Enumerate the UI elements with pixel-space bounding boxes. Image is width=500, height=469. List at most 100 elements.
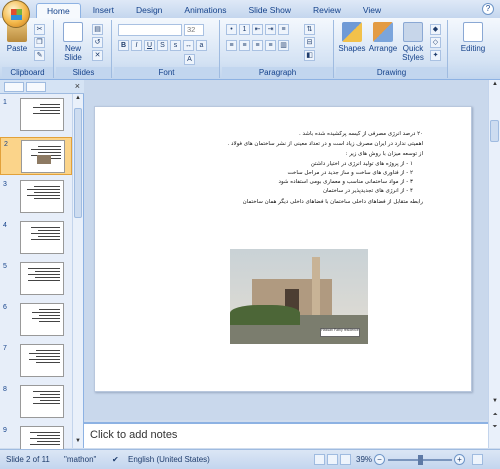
slides-tab[interactable] [4, 82, 24, 92]
slide-text-line[interactable]: ۱ - از پروژه های تولید انرژی در اختیار د… [311, 161, 413, 167]
notes-placeholder[interactable]: Click to add notes [90, 429, 177, 441]
bullets-icon[interactable]: • [226, 24, 237, 35]
change-case-icon[interactable]: a [196, 40, 207, 51]
slide-text-line[interactable]: رابطه متقابل از فضاهای داخلی ساختمان با … [243, 199, 423, 205]
copy-icon[interactable]: ❐ [34, 37, 45, 48]
tab-design[interactable]: Design [126, 3, 172, 18]
font-group: 32 B I U S s ↔ a A Font [114, 20, 220, 78]
decrease-indent-icon[interactable]: ⇤ [252, 24, 263, 35]
tab-animations[interactable]: Animations [174, 3, 236, 18]
close-panel-icon[interactable]: × [75, 81, 80, 91]
reset-icon[interactable]: ↺ [92, 37, 103, 48]
office-button[interactable] [2, 0, 30, 28]
quick-styles-button[interactable]: Quick Styles [400, 22, 426, 62]
help-icon[interactable]: ? [482, 3, 494, 15]
scroll-up-icon[interactable]: ▲ [491, 81, 499, 90]
language-indicator[interactable]: English (United States) [128, 455, 210, 464]
zoom-level[interactable]: 39% [356, 455, 372, 464]
tab-view[interactable]: View [353, 3, 391, 18]
editing-button[interactable]: Editing [456, 22, 490, 53]
paragraph-text-row: ⇅ ⊟ ◧ [304, 24, 315, 61]
slides-group: New Slide ▤ ↺ ✕ Slides [56, 20, 112, 78]
zoom-out-icon[interactable]: − [374, 454, 385, 465]
slide-text-line[interactable]: ۲۰ درصد انرژی مصرفی از کیسه پرکشیده شده … [299, 131, 423, 137]
smartart-icon[interactable]: ◧ [304, 50, 315, 61]
slide-thumbnail[interactable]: 2 [0, 137, 72, 175]
align-text-icon[interactable]: ⊟ [304, 37, 315, 48]
line-spacing-icon[interactable]: ≡ [278, 24, 289, 35]
tab-slide-show[interactable]: Slide Show [238, 3, 301, 18]
tab-review[interactable]: Review [303, 3, 351, 18]
font-color-icon[interactable]: A [184, 54, 195, 65]
slide-text-line[interactable]: اهمیتی ندارد در ایران مصرف زیاد است و در… [228, 141, 424, 147]
slide-thumbnail[interactable]: 8 [0, 383, 72, 421]
format-painter-icon[interactable]: ✎ [34, 50, 45, 61]
slide-sorter-icon[interactable] [327, 454, 338, 465]
slide-thumbnail[interactable]: 6 [0, 301, 72, 339]
current-slide[interactable]: ۲۰ درصد انرژی مصرفی از کیسه پرکشیده شده … [94, 106, 472, 392]
fit-to-window-icon[interactable] [472, 454, 483, 465]
increase-indent-icon[interactable]: ⇥ [265, 24, 276, 35]
slide-counter: Slide 2 of 11 [6, 455, 50, 464]
align-right-icon[interactable]: ≡ [252, 40, 263, 51]
new-slide-button[interactable]: New Slide [60, 22, 86, 62]
slide-thumbnail[interactable]: 7 [0, 342, 72, 380]
text-direction-icon[interactable]: ⇅ [304, 24, 315, 35]
slides-panel-scrollbar[interactable]: ▲ ▼ [72, 94, 83, 448]
next-slide-icon[interactable]: ⏷ [491, 424, 499, 433]
spacing-icon[interactable]: ↔ [183, 40, 194, 51]
shapes-button[interactable]: Shapes [338, 22, 366, 53]
align-left-icon[interactable]: ≡ [226, 40, 237, 51]
scroll-up-icon[interactable]: ▲ [74, 95, 82, 104]
underline-icon[interactable]: U [144, 40, 155, 51]
slide-text-line[interactable]: ۳ - از مواد ساختمانی مناسب و معماری بومی… [279, 179, 413, 185]
font-name-combo[interactable] [118, 24, 182, 36]
slide-text-line[interactable]: ۴ - از انرژی های تجدیدپذیر در ساختمان [323, 188, 413, 194]
tab-home[interactable]: Home [36, 3, 81, 18]
italic-icon[interactable]: I [131, 40, 142, 51]
paragraph-align-row: ≡ ≡ ≡ ≡ ▥ [226, 40, 289, 51]
vertical-scrollbar[interactable]: ▲ ▼ ⏶ ⏷ [488, 80, 500, 448]
columns-icon[interactable]: ▥ [278, 40, 289, 51]
delete-slide-icon[interactable]: ✕ [92, 50, 103, 61]
numbering-icon[interactable]: 1 [239, 24, 250, 35]
spell-check-icon[interactable]: ✔ [112, 455, 119, 464]
slide-thumbnail[interactable]: 3 [0, 178, 72, 216]
layout-icon[interactable]: ▤ [92, 24, 103, 35]
slide-thumbnail-image [20, 98, 64, 131]
slide-text-line[interactable]: از توسعه میزان با روش های زیر : [346, 151, 423, 157]
slide-number: 6 [3, 304, 7, 311]
strikethrough-icon[interactable]: S [157, 40, 168, 51]
bold-icon[interactable]: B [118, 40, 129, 51]
slide-thumbnail[interactable]: 1 [0, 96, 72, 134]
building-photo[interactable]: Hassan Fathy residence [230, 249, 368, 344]
ribbon-tabs: Home Insert Design Animations Slide Show… [36, 3, 391, 18]
slide-show-icon[interactable] [340, 454, 351, 465]
scroll-down-icon[interactable]: ▼ [491, 398, 499, 407]
zoom-in-icon[interactable]: + [454, 454, 465, 465]
shape-fill-icon[interactable]: ◆ [430, 24, 441, 35]
normal-view-icon[interactable] [314, 454, 325, 465]
arrange-button[interactable]: Arrange [368, 22, 398, 53]
slide-thumbnail[interactable]: 4 [0, 219, 72, 257]
scroll-thumb[interactable] [74, 108, 82, 218]
align-center-icon[interactable]: ≡ [239, 40, 250, 51]
theme-name: "mathon" [64, 455, 97, 464]
ribbon-tab-bar: Home Insert Design Animations Slide Show… [0, 0, 500, 28]
shape-effects-icon[interactable]: ✦ [430, 50, 441, 61]
scroll-down-icon[interactable]: ▼ [74, 438, 82, 447]
slide-thumbnail[interactable]: 5 [0, 260, 72, 298]
notes-pane[interactable]: Click to add notes [84, 422, 488, 448]
scroll-thumb[interactable] [490, 120, 499, 142]
font-group-label: Font [114, 67, 219, 78]
cut-icon[interactable]: ✂ [34, 24, 45, 35]
previous-slide-icon[interactable]: ⏶ [491, 412, 499, 421]
slide-text-line[interactable]: ۲ - از فناوری های ساخت و ساز جدید در مرا… [288, 170, 413, 176]
font-size-combo[interactable]: 32 [184, 24, 204, 36]
shape-outline-icon[interactable]: ◇ [430, 37, 441, 48]
shadow-icon[interactable]: s [170, 40, 181, 51]
justify-icon[interactable]: ≡ [265, 40, 276, 51]
zoom-slider-knob[interactable] [418, 455, 423, 465]
outline-tab[interactable] [26, 82, 46, 92]
tab-insert[interactable]: Insert [83, 3, 124, 18]
